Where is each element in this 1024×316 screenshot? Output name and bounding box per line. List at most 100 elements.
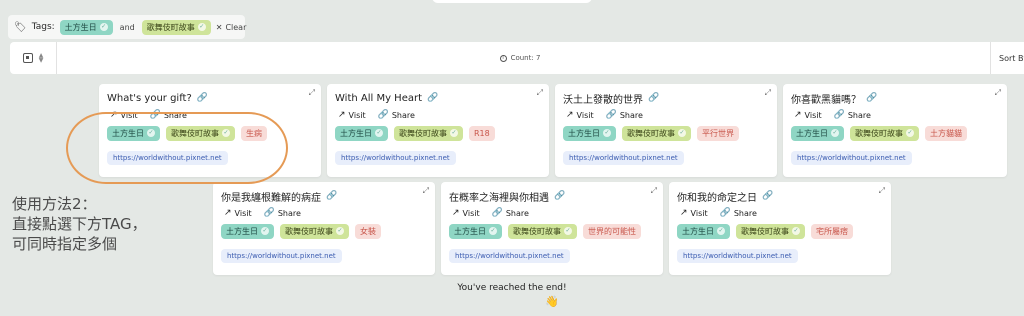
share-label: Share	[847, 110, 871, 120]
share-link-icon: 🔗	[719, 208, 731, 218]
visit-button[interactable]: ↗ Visit	[335, 108, 369, 122]
sort-by-button[interactable]: Sort By	[990, 42, 1024, 74]
story-card[interactable]: ⤢ 在概率之海裡與你相遇 🔗 ↗ Visit 🔗 Share 土方生日 ✓ 歌舞伎町故事…	[441, 182, 663, 275]
share-label: Share	[391, 110, 415, 120]
url-link[interactable]: https://worldwithout.pixnet.net	[449, 249, 570, 263]
expand-icon[interactable]: ⤢	[765, 88, 771, 98]
expand-icon[interactable]: ⤢	[537, 88, 543, 98]
visit-button[interactable]: ↗ Visit	[221, 206, 255, 220]
share-button[interactable]: 🔗 Share	[603, 108, 646, 122]
visit-label: Visit	[804, 110, 822, 120]
check-icon: ✓	[489, 227, 497, 235]
url-link[interactable]: https://worldwithout.pixnet.net	[563, 151, 684, 165]
close-icon: ✕	[215, 22, 223, 32]
tag-chip[interactable]: 女裝	[355, 223, 381, 239]
tag-chip[interactable]: R18	[469, 125, 495, 141]
url-link[interactable]: https://worldwithout.pixnet.net	[677, 249, 798, 263]
visit-button[interactable]: ↗ Visit	[791, 108, 825, 122]
tag-chip[interactable]: 平行世界	[697, 125, 739, 141]
external-visit-icon: ↗	[794, 110, 802, 120]
sort-label: Sort By	[999, 53, 1024, 63]
url-link[interactable]: https://worldwithout.pixnet.net	[221, 249, 342, 263]
link-icon[interactable]: 🔗	[762, 191, 773, 201]
result-count: i Count: 7	[10, 42, 1024, 74]
card-title[interactable]: What's your gift?	[107, 93, 192, 104]
selected-tag-chip[interactable]: 歌舞伎町故事 ✓	[141, 19, 211, 35]
external-visit-icon: ↗	[566, 110, 574, 120]
story-card[interactable]: ⤢ 你和我的命定之日 🔗 ↗ Visit 🔗 Share 土方生日 ✓ 歌舞伎町故事 ✓ …	[669, 182, 891, 275]
check-icon: ✓	[261, 227, 269, 235]
tag-chip[interactable]: 土方生日 ✓	[221, 223, 274, 239]
tag-chip[interactable]: 土方貓貓	[925, 125, 967, 141]
chip-label: 土方生日	[340, 128, 372, 138]
link-icon[interactable]: 🔗	[648, 93, 659, 103]
expand-icon[interactable]: ⤢	[995, 88, 1001, 98]
tag-chip[interactable]: 歌舞伎町故事 ✓	[850, 125, 919, 141]
url-link[interactable]: https://worldwithout.pixnet.net	[791, 151, 912, 165]
clear-button[interactable]: ✕ Clear	[216, 23, 247, 32]
card-title[interactable]: 你和我的命定之日	[677, 189, 757, 204]
link-icon[interactable]: 🔗	[866, 93, 877, 103]
link-icon[interactable]: 🔗	[197, 93, 208, 103]
share-button[interactable]: 🔗 Share	[489, 206, 532, 220]
tag-chip[interactable]: 歌舞伎町故事 ✓	[280, 223, 349, 239]
story-card[interactable]: ⤢ 你是我纏根難解的病症 🔗 ↗ Visit 🔗 Share 土方生日 ✓ 歌舞伎町故事…	[213, 182, 435, 275]
tag-chip[interactable]: 土方生日 ✓	[677, 223, 730, 239]
waving-hand-icon: 👋	[545, 295, 559, 308]
tag-icon: 🏷	[14, 21, 27, 33]
tag-chip[interactable]: 歌舞伎町故事 ✓	[736, 223, 805, 239]
visit-button[interactable]: ↗ Visit	[563, 108, 597, 122]
external-visit-icon: ↗	[452, 208, 460, 218]
expand-icon[interactable]: ⤢	[651, 186, 657, 196]
card-title[interactable]: 沃土上發散的世界	[563, 91, 643, 106]
view-toggle-button[interactable]: ▲ ▼	[10, 42, 57, 74]
share-button[interactable]: 🔗 Share	[831, 108, 874, 122]
tag-chip[interactable]: 土方生日 ✓	[449, 223, 502, 239]
link-icon[interactable]: 🔗	[427, 93, 438, 103]
link-icon[interactable]: 🔗	[554, 191, 565, 201]
expand-icon[interactable]: ⤢	[423, 186, 429, 196]
tag-filter-bar: 🏷 Tags: 土方生日 ✓ and 歌舞伎町故事 ✓ ✕ Clear	[8, 15, 247, 39]
card-title[interactable]: 你喜歡黑貓嗎？	[791, 91, 861, 106]
check-icon: ✓	[375, 129, 383, 137]
card-title[interactable]: 你是我纏根難解的病症	[221, 189, 321, 204]
tag-chip[interactable]: 土方生日 ✓	[791, 125, 844, 141]
tag-chip[interactable]: 世界的可能性	[583, 223, 641, 239]
tag-chip[interactable]: 土方生日 ✓	[563, 125, 616, 141]
tag-chip[interactable]: 宅所屬痞	[811, 223, 853, 239]
expand-icon[interactable]: ⤢	[309, 88, 315, 98]
check-icon: ✓	[717, 227, 725, 235]
check-icon: ✓	[564, 227, 572, 235]
share-button[interactable]: 🔗 Share	[717, 206, 760, 220]
chip-label: 歌舞伎町故事	[285, 226, 333, 236]
check-icon: ✓	[906, 129, 914, 137]
top-panel-edge	[432, 0, 592, 3]
tag-chip[interactable]: 歌舞伎町故事 ✓	[622, 125, 691, 141]
chip-label: 世界的可能性	[588, 226, 636, 236]
share-label: Share	[277, 208, 301, 218]
tags-label: Tags:	[31, 22, 55, 32]
end-of-list-message: You've reached the end!	[457, 283, 567, 293]
chip-label: 歌舞伎町故事	[146, 22, 195, 32]
link-icon[interactable]: 🔗	[326, 191, 337, 201]
url-link[interactable]: https://worldwithout.pixnet.net	[335, 151, 456, 165]
card-title[interactable]: 在概率之海裡與你相遇	[449, 189, 549, 204]
story-card[interactable]: ⤢ 你喜歡黑貓嗎？ 🔗 ↗ Visit 🔗 Share 土方生日 ✓ 歌舞伎町故事 ✓ 土…	[783, 84, 1007, 177]
clear-label: Clear	[225, 22, 247, 32]
visit-button[interactable]: ↗ Visit	[449, 206, 483, 220]
tag-chip[interactable]: 歌舞伎町故事 ✓	[394, 125, 463, 141]
share-button[interactable]: 🔗 Share	[375, 108, 418, 122]
story-card[interactable]: ⤢ 沃土上發散的世界 🔗 ↗ Visit 🔗 Share 土方生日 ✓ 歌舞伎町故事 ✓ …	[555, 84, 777, 177]
tag-chip[interactable]: 歌舞伎町故事 ✓	[508, 223, 577, 239]
annotation-line: 直接點選下方TAG，	[12, 215, 147, 233]
share-button[interactable]: 🔗 Share	[261, 206, 304, 220]
visit-button[interactable]: ↗ Visit	[677, 206, 711, 220]
chevron-updown-icon: ▲ ▼	[38, 52, 44, 64]
tag-chip[interactable]: 土方生日 ✓	[335, 125, 388, 141]
story-card[interactable]: ⤢ With All My Heart 🔗 ↗ Visit 🔗 Share 土方生日 ✓…	[327, 84, 549, 177]
visit-label: Visit	[462, 208, 480, 218]
expand-icon[interactable]: ⤢	[879, 186, 885, 196]
check-icon: ✓	[99, 23, 108, 31]
card-title[interactable]: With All My Heart	[335, 93, 422, 104]
selected-tag-chip[interactable]: 土方生日 ✓	[59, 19, 113, 35]
